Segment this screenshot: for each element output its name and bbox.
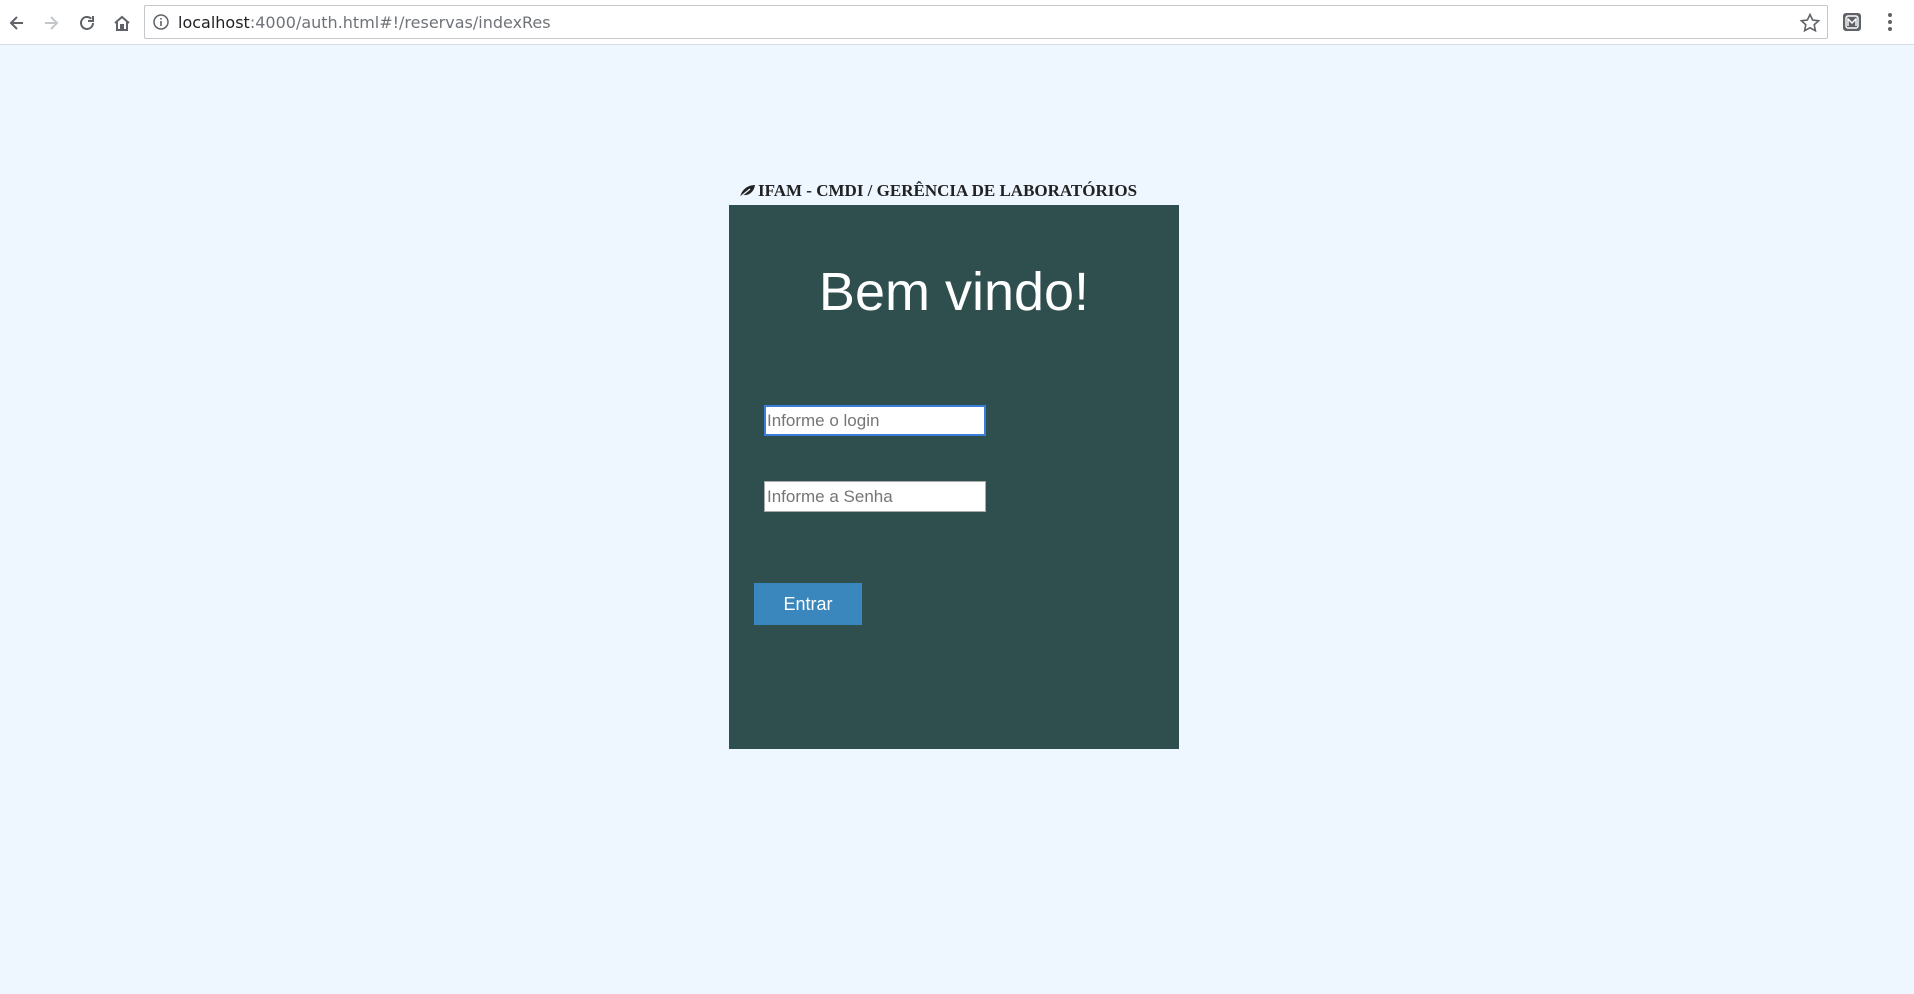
page-header: IFAM - CMDI / GERÊNCIA DE LABORATÓRIOS: [738, 181, 1137, 201]
page-body: IFAM - CMDI / GERÊNCIA DE LABORATÓRIOS B…: [0, 45, 1914, 994]
login-input[interactable]: [764, 405, 986, 436]
menu-icon[interactable]: [1879, 11, 1901, 33]
leaf-icon: [738, 185, 755, 199]
welcome-heading: Bem vindo!: [818, 262, 1090, 322]
url-host: localhost: [178, 13, 250, 32]
password-input[interactable]: [764, 481, 986, 512]
address-bar[interactable]: localhost:4000/auth.html#!/reservas/inde…: [144, 5, 1828, 39]
browser-toolbar: localhost:4000/auth.html#!/reservas/inde…: [0, 0, 1914, 45]
url-text[interactable]: localhost:4000/auth.html#!/reservas/inde…: [178, 13, 551, 32]
reload-icon[interactable]: [74, 10, 100, 36]
login-button[interactable]: Entrar: [754, 583, 862, 625]
extension-icon[interactable]: [1841, 11, 1863, 33]
info-icon[interactable]: [153, 14, 169, 30]
url-path: :4000/auth.html#!/reservas/indexRes: [249, 13, 551, 32]
forward-icon[interactable]: [38, 10, 64, 36]
star-icon[interactable]: [1799, 12, 1821, 34]
login-panel: Bem vindo! Entrar: [729, 205, 1179, 749]
back-icon[interactable]: [4, 10, 30, 36]
home-icon[interactable]: [109, 10, 135, 36]
page-header-text: IFAM - CMDI / GERÊNCIA DE LABORATÓRIOS: [758, 181, 1138, 200]
